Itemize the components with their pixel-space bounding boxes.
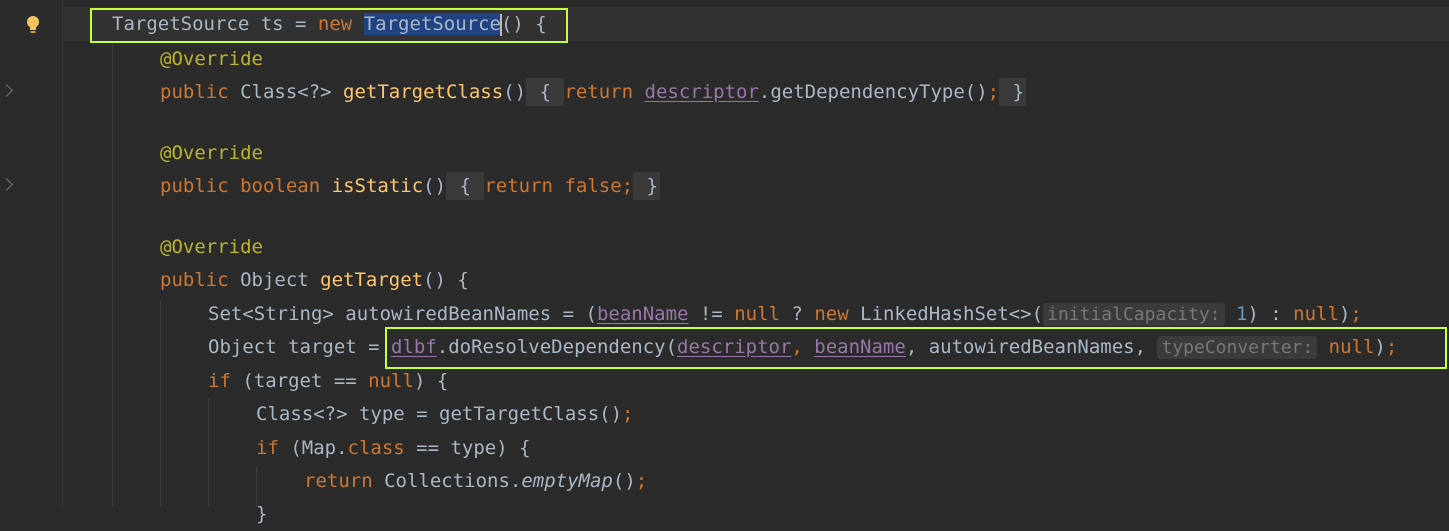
- field-reference: descriptor: [644, 81, 759, 103]
- code-line-13: return Collections.emptyMap();: [304, 470, 648, 492]
- code-line-12: if (Map.class == type) {: [256, 437, 531, 459]
- code-line-14: }: [256, 503, 268, 525]
- code-line-5: public boolean isStatic() { return false…: [64, 169, 1449, 203]
- parameter-hint: initialCapacity:: [1043, 303, 1225, 326]
- folded-region[interactable]: }: [633, 172, 660, 200]
- code-line-7: public Object getTarget() {: [160, 269, 469, 291]
- annotation: @Override: [160, 48, 263, 70]
- annotation: @Override: [160, 236, 263, 258]
- code-line-3: public Class<?> getTargetClass() { retur…: [64, 75, 1449, 109]
- highlight-box-resolve-dependency: [385, 327, 1447, 369]
- method-name: getTargetClass: [343, 81, 504, 103]
- highlight-box-target-source: [90, 8, 568, 43]
- code-editor[interactable]: TargetSource ts = new TargetSource() { @…: [64, 0, 1449, 525]
- gutter-divider: [62, 0, 63, 507]
- editor-gutter: [0, 0, 62, 507]
- code-line-8: Set<String> autowiredBeanNames = (beanNa…: [208, 303, 1362, 326]
- code-line-4: @Override: [64, 136, 1449, 170]
- field-reference: beanName: [596, 303, 689, 325]
- code-line-11: Class<?> type = getTargetClass();: [256, 403, 634, 425]
- method-name: getTarget: [320, 269, 424, 291]
- fold-arrow-icon[interactable]: [0, 178, 13, 191]
- method-name: isStatic: [331, 175, 424, 197]
- folded-region[interactable]: {: [446, 172, 485, 200]
- folded-region[interactable]: }: [999, 78, 1027, 106]
- static-method: emptyMap: [521, 470, 613, 492]
- code-line-10: if (target == null) {: [208, 370, 449, 392]
- fold-arrow-icon[interactable]: [0, 84, 13, 97]
- lightbulb-icon[interactable]: [25, 15, 41, 40]
- code-line-2: @Override: [64, 42, 1449, 76]
- code-line-6: @Override: [64, 230, 1449, 264]
- annotation: @Override: [160, 142, 263, 164]
- folded-region[interactable]: {: [526, 78, 565, 106]
